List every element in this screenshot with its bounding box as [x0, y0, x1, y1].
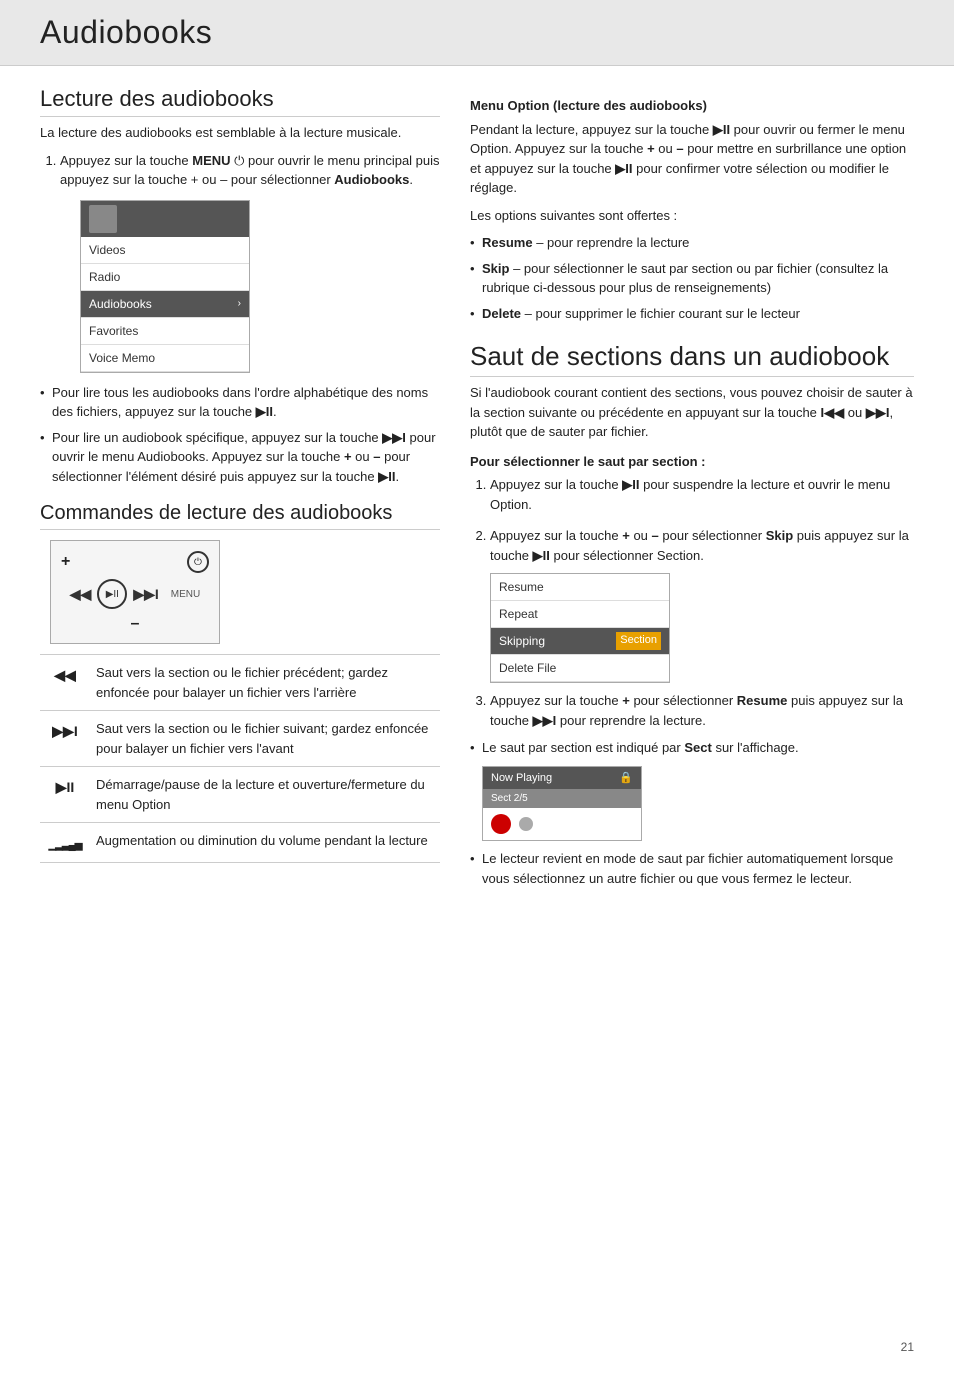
prev-desc: Saut vers la section ou le fichier précé…: [90, 655, 440, 711]
two-column-layout: Lecture des audiobooks La lecture des au…: [40, 86, 914, 896]
steps-list: Appuyez sur la touche MENU ⏻ pour ouvrir…: [40, 151, 440, 373]
center-button: ▶II: [97, 579, 127, 609]
step1-text: Appuyez sur la touche MENU ⏻ pour ouvrir…: [60, 153, 440, 188]
skip-step1: Appuyez sur la touche ▶II pour suspendre…: [490, 475, 914, 514]
bullet-auto-reset: Le lecteur revient en mode de saut par f…: [470, 849, 914, 888]
menu-icon: [89, 205, 117, 233]
right-column: Menu Option (lecture des audiobooks) Pen…: [470, 86, 914, 896]
options-list: Resume – pour reprendre la lecture Skip …: [470, 233, 914, 323]
skip-step2: Appuyez sur la touche + ou – pour sélect…: [490, 526, 914, 683]
section-badge: Section: [616, 632, 661, 650]
skip-steps: Appuyez sur la touche ▶II pour suspendre…: [470, 475, 914, 730]
now-playing-label: Now Playing: [491, 770, 552, 787]
next-button: ▶▶I: [133, 586, 158, 603]
playing-indicator-red: [491, 814, 511, 834]
now-playing-content: [483, 808, 641, 840]
controls-table: ◀◀ Saut vers la section ou le fichier pr…: [40, 654, 440, 863]
minus-icon: –: [131, 615, 140, 633]
play-pause-icon: ▶II: [106, 589, 119, 600]
bullet-sect-display: Le saut par section est indiqué par Sect…: [470, 738, 914, 841]
page-header: Audiobooks: [0, 0, 954, 66]
skip-step3: Appuyez sur la touche + pour sélectionne…: [490, 691, 914, 730]
control-row-volume: ▁▂▃▄▅ Augmentation ou diminution du volu…: [40, 823, 440, 863]
player-controls: ◀◀ ▶II ▶▶I MENU: [70, 579, 200, 609]
section1-intro: La lecture des audiobooks est semblable …: [40, 123, 440, 143]
bullet-alphabetical: Pour lire tous les audiobooks dans l'ord…: [40, 383, 440, 422]
opt-skipping: Skipping Section: [491, 628, 669, 655]
section1-title: Lecture des audiobooks: [40, 86, 440, 117]
menu-header: [81, 201, 249, 237]
option-menu-mockup: Resume Repeat Skipping Section Delete Fi…: [490, 573, 670, 683]
power-button: ⏻: [187, 551, 209, 573]
menu-item-videos: Videos: [81, 237, 249, 264]
section4-body: Si l'audiobook courant contient des sect…: [470, 383, 914, 442]
control-row-playpause: ▶II Démarrage/pause de la lecture et ouv…: [40, 767, 440, 823]
menu-label: MENU: [171, 589, 200, 600]
section3-body2: Les options suivantes sont offertes :: [470, 206, 914, 226]
menu-item-favorites: Favorites: [81, 318, 249, 345]
sect-label: Sect 2/5: [483, 789, 641, 808]
volume-symbol: ▁▂▃▄▅: [40, 823, 90, 863]
menu-mockup: Videos Radio Audiobooks › Favorites: [80, 200, 250, 373]
menu-item-radio: Radio: [81, 264, 249, 291]
now-playing-mockup: Now Playing 🔒 Sect 2/5: [482, 766, 642, 842]
menu-item-voicememo: Voice Memo: [81, 345, 249, 372]
section3-title: Menu Option (lecture des audiobooks): [470, 96, 914, 116]
plus-icon: +: [61, 553, 70, 571]
skip-bullets: Le saut par section est indiqué par Sect…: [470, 738, 914, 888]
playpause-desc: Démarrage/pause de la lecture et ouvertu…: [90, 767, 440, 823]
page-number: 21: [901, 1340, 914, 1354]
lock-icon: 🔒: [619, 770, 633, 787]
control-row-next: ▶▶I Saut vers la section ou le fichier s…: [40, 711, 440, 767]
player-top: + ⏻: [61, 551, 209, 573]
subsection-title: Pour sélectionner le saut par section :: [470, 452, 914, 472]
page-title: Audiobooks: [40, 14, 914, 51]
opt-resume: Resume: [491, 574, 669, 601]
menu-item-audiobooks: Audiobooks ›: [81, 291, 249, 318]
next-desc: Saut vers la section ou le fichier suiva…: [90, 711, 440, 767]
bullet-specific: Pour lire un audiobook spécifique, appuy…: [40, 428, 440, 487]
left-column: Lecture des audiobooks La lecture des au…: [40, 86, 440, 896]
prev-symbol: ◀◀: [40, 655, 90, 711]
next-symbol: ▶▶I: [40, 711, 90, 767]
option-skip: Skip – pour sélectionner le saut par sec…: [470, 259, 914, 298]
section3-body1: Pendant la lecture, appuyez sur la touch…: [470, 120, 914, 198]
playpause-symbol: ▶II: [40, 767, 90, 823]
volume-desc: Augmentation ou diminution du volume pen…: [90, 823, 440, 863]
playing-indicator-gray: [519, 817, 533, 831]
chevron-icon: ›: [238, 296, 241, 311]
now-playing-header: Now Playing 🔒: [483, 767, 641, 790]
prev-button: ◀◀: [70, 586, 92, 603]
option-resume: Resume – pour reprendre la lecture: [470, 233, 914, 253]
player-mockup: + ⏻ ◀◀ ▶II ▶▶I MENU –: [50, 540, 220, 644]
opt-repeat: Repeat: [491, 601, 669, 628]
control-row-prev: ◀◀ Saut vers la section ou le fichier pr…: [40, 655, 440, 711]
section4-title: Saut de sections dans un audiobook: [470, 341, 914, 377]
opt-deletefile: Delete File: [491, 655, 669, 682]
step1: Appuyez sur la touche MENU ⏻ pour ouvrir…: [60, 151, 440, 373]
section2-title: Commandes de lecture des audiobooks: [40, 502, 440, 530]
option-delete: Delete – pour supprimer le fichier coura…: [470, 304, 914, 324]
audiobooks-bullets: Pour lire tous les audiobooks dans l'ord…: [40, 383, 440, 487]
page: Audiobooks Lecture des audiobooks La lec…: [0, 0, 954, 1374]
